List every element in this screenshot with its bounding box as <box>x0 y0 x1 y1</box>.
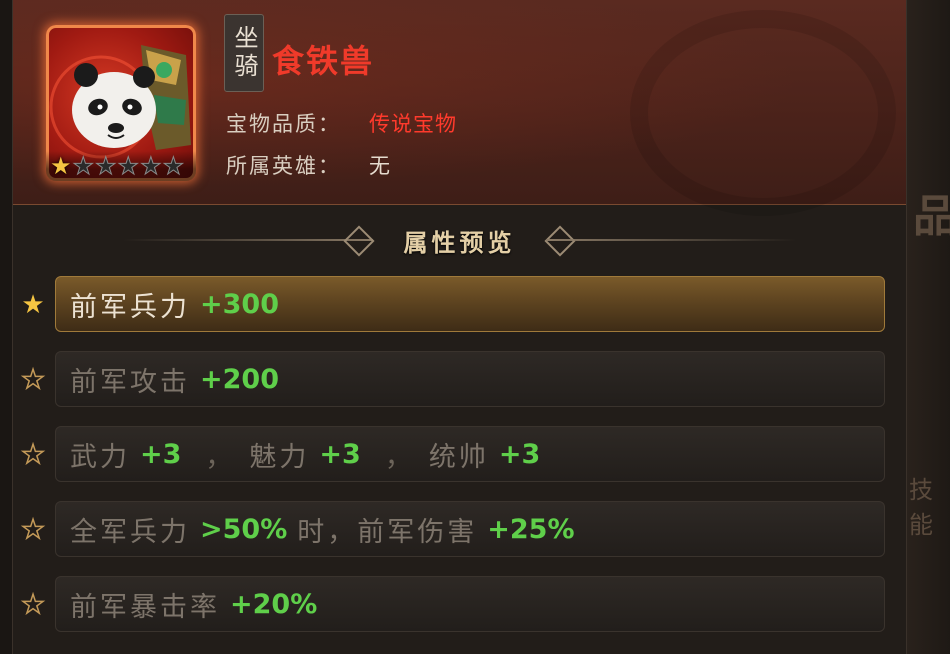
divider-line <box>123 239 373 241</box>
attribute-row[interactable]: 前军兵力 +300 <box>55 276 885 332</box>
star-rating: ★ ★ ★ ★ ★ ★ <box>46 151 196 181</box>
treasure-header: ★ ★ ★ ★ ★ ★ 坐骑 食铁兽 宝物品质： 传说宝物 所属英雄： 无 <box>13 0 906 216</box>
quality-label: 宝物品质： <box>226 112 341 136</box>
star-empty-icon: ★ <box>162 152 185 180</box>
separator: ， <box>384 441 415 473</box>
separator: ， <box>205 441 236 473</box>
star-empty-icon: ★ <box>140 152 162 180</box>
hero-label: 所属英雄： <box>226 154 341 178</box>
attribute-bonus: +20% <box>230 588 318 620</box>
quality-value: 传说宝物 <box>369 112 457 136</box>
attribute-bonus: +3 <box>319 438 361 470</box>
hero-value: 无 <box>369 154 391 178</box>
item-type-badge: 坐骑 <box>224 14 264 92</box>
background-side-panel: 品 技能 <box>905 0 950 654</box>
attribute-text: 魅力 <box>249 441 310 473</box>
section-title: 属性预览 <box>403 228 516 257</box>
star-empty-icon: ★ <box>21 590 46 620</box>
star-empty-icon: ★ <box>21 515 46 545</box>
star-empty-icon: ★ <box>117 152 140 180</box>
attribute-bonus: +200 <box>200 363 279 395</box>
attribute-bonus: +3 <box>498 438 541 470</box>
star-empty-icon: ★ <box>21 440 46 470</box>
attribute-bonus: +300 <box>200 288 279 320</box>
star-empty-icon: ★ <box>21 365 46 395</box>
attribute-preview-header: 属性预览 <box>13 214 906 266</box>
divider-line <box>546 239 796 241</box>
background-ghost-text: 品 <box>913 191 950 242</box>
background-ghost-text: 技能 <box>909 476 933 539</box>
attribute-bonus: +3 <box>140 438 182 470</box>
attribute-row[interactable]: 前军攻击 +200 <box>55 351 885 407</box>
attribute-bonus: >50% <box>200 513 288 545</box>
attribute-row[interactable]: 前军暴击率 +20% <box>55 576 885 632</box>
star-empty-icon: ★ <box>72 152 95 180</box>
ornament-icon <box>343 225 375 257</box>
treasure-detail-panel: ★ ★ ★ ★ ★ ★ 坐骑 食铁兽 宝物品质： 传说宝物 所属英雄： 无 属性… <box>12 0 907 654</box>
star-filled-icon: ★ <box>21 290 45 320</box>
attribute-text: 前军兵力 <box>70 291 190 323</box>
treasure-portrait[interactable]: ★ ★ ★ ★ ★ ★ <box>46 25 196 181</box>
item-name: 食铁兽 <box>272 42 375 80</box>
attribute-row[interactable]: 全军兵力 >50% 时，前军伤害 +25% <box>55 501 885 557</box>
attribute-text: 时，前军伤害 <box>297 516 478 548</box>
attribute-row[interactable]: 武力 +3 ， 魅力 +3 ， 统帅 +3 <box>55 426 885 482</box>
attribute-text: 武力 <box>70 441 130 473</box>
decorative-swirl <box>630 10 896 216</box>
ornament-icon <box>544 225 576 257</box>
attribute-text: 前军暴击率 <box>70 591 220 623</box>
attribute-text: 统帅 <box>428 441 489 473</box>
star-filled-icon: ★ <box>50 152 72 180</box>
attribute-text: 全军兵力 <box>70 516 190 548</box>
attribute-text: 前军攻击 <box>70 366 190 398</box>
attribute-bonus: +25% <box>487 513 575 545</box>
star-empty-icon: ★ <box>95 152 117 180</box>
